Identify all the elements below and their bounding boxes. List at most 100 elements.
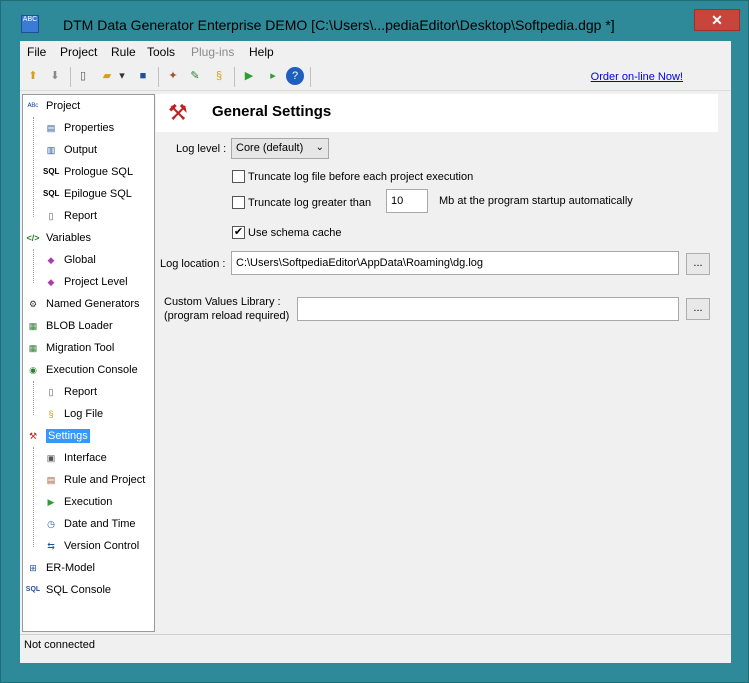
truncate-size-input[interactable]: 10 [386, 189, 428, 213]
tree-item-label: Variables [46, 232, 92, 244]
global-icon: ◆ [47, 255, 55, 265]
tree-item-epilogue-sql[interactable]: SQL Epilogue SQL [43, 184, 132, 204]
tree-item-label: SQL Console [46, 584, 112, 596]
tree-item-variables[interactable]: </> Variables [25, 228, 91, 248]
tree-item-label: Version Control [64, 540, 140, 552]
tree-item-label: Log File [64, 408, 104, 420]
open-dropdown-icon[interactable]: ▾ [117, 67, 127, 85]
toolbar-separator [70, 67, 71, 87]
tree-item-migration-tool[interactable]: ▦ Migration Tool [25, 338, 115, 358]
tree-item-rule-and-project[interactable]: ▤ Rule and Project [43, 470, 146, 490]
run-icon[interactable]: ▶ [240, 67, 258, 85]
execution-icon: ▶ [47, 497, 55, 507]
app-icon[interactable]: ABC [21, 15, 39, 33]
tree-item-execution[interactable]: ▶ Execution [43, 492, 113, 512]
chevron-down-icon: ⌄ [315, 142, 324, 153]
log-icon[interactable]: § [210, 67, 228, 85]
tree-item-label: Execution [64, 496, 113, 508]
menu-bar: File Project Rule Tools Plug-ins Help [20, 41, 731, 63]
tree-item-label: Report [64, 386, 98, 398]
menu-project[interactable]: Project [60, 45, 97, 59]
tree-item-label: ER-Model [46, 562, 95, 574]
log-level-value: Core (default) [236, 142, 304, 154]
wizard-icon[interactable]: ✦ [164, 67, 182, 85]
page-title: General Settings [212, 103, 332, 120]
tree-item-named-generators[interactable]: ⚙ Named Generators [25, 294, 140, 314]
run-step-icon[interactable]: ▸ [264, 67, 282, 85]
log-level-select[interactable]: Core (default) ⌄ [231, 138, 329, 159]
truncate-each-checkbox[interactable] [232, 170, 245, 183]
execution-console-icon: ◉ [29, 365, 37, 375]
tree-item-interface[interactable]: ▣ Interface [43, 448, 107, 468]
settings-panel: ⚒ General Settings Log level : Core (def… [156, 94, 718, 632]
custom-values-input[interactable] [297, 297, 679, 321]
tree-item-global[interactable]: ◆ Global [43, 250, 96, 270]
variables-icon: </> [26, 233, 40, 243]
sql-icon: SQL [43, 189, 60, 198]
connection-status: Not connected [24, 639, 95, 651]
tree-item-report[interactable]: ▯ Report [43, 206, 98, 226]
save-icon[interactable]: ■ [134, 67, 152, 85]
blob-loader-icon: ▦ [28, 321, 38, 331]
client-area: File Project Rule Tools Plug-ins Help ⬆ … [20, 41, 731, 663]
menu-file[interactable]: File [27, 45, 46, 59]
menu-rule[interactable]: Rule [111, 45, 136, 59]
sql-icon: SQL [43, 167, 60, 176]
tree-item-blob-loader[interactable]: ▦ BLOB Loader [25, 316, 113, 336]
truncate-greater-checkbox[interactable] [232, 196, 245, 209]
tree-item-sql-console[interactable]: SQL SQL Console [25, 580, 111, 600]
order-online-link[interactable]: Order on-line Now! [591, 71, 683, 83]
version-control-icon: ⇆ [47, 541, 55, 551]
tree-item-output[interactable]: ▥ Output [43, 140, 97, 160]
rule-project-icon: ▤ [46, 475, 56, 485]
tree-item-label: Named Generators [46, 298, 140, 310]
tree-item-label: Date and Time [64, 518, 136, 530]
tree-item-label: Settings [46, 429, 90, 443]
toolbar-separator [310, 67, 311, 87]
close-button[interactable]: ✕ [694, 9, 740, 31]
add-rule-icon[interactable]: ⬆ [24, 67, 42, 85]
tree-item-execution-console[interactable]: ◉ Execution Console [25, 360, 138, 380]
tree-item-label: Project Level [64, 276, 128, 288]
custom-values-label: Custom Values Library : [164, 296, 281, 308]
custom-values-note: (program reload required) [164, 310, 290, 322]
tree-item-date-and-time[interactable]: ◷ Date and Time [43, 514, 136, 534]
tree-connector [33, 381, 34, 415]
tree-item-label: Execution Console [46, 364, 138, 376]
log-location-label: Log location : [160, 258, 226, 270]
schema-cache-checkbox[interactable]: ✔ [232, 226, 245, 239]
tree-item-er-model[interactable]: ⊞ ER-Model [25, 558, 95, 578]
navigation-tree: ᴬᴮᶜ Project ▤ Properties ▥ Output SQL Prolog… [22, 94, 155, 632]
tree-connector [33, 447, 34, 547]
help-icon[interactable]: ? [286, 67, 304, 85]
tools-icon: ⚒ [168, 100, 188, 125]
tree-item-project-level[interactable]: ◆ Project Level [43, 272, 128, 292]
custom-values-browse-button[interactable]: ... [686, 298, 710, 320]
log-location-browse-button[interactable]: ... [686, 253, 710, 275]
title-bar[interactable]: ABC DTM Data Generator Enterprise DEMO [… [1, 1, 748, 41]
tree-item-label: Prologue SQL [64, 166, 134, 178]
tree-item-label: Migration Tool [46, 342, 115, 354]
new-file-icon[interactable]: ▯ [74, 67, 92, 85]
tree-item-settings[interactable]: ⚒ Settings [25, 426, 90, 446]
tree-item-label: Rule and Project [64, 474, 146, 486]
menu-tools[interactable]: Tools [147, 45, 175, 59]
tree-item-console-report[interactable]: ▯ Report [43, 382, 98, 402]
tree-item-properties[interactable]: ▤ Properties [43, 118, 114, 138]
properties-icon: ▤ [46, 123, 56, 133]
edit-notes-icon[interactable]: ✎ [186, 67, 204, 85]
sql-console-icon: SQL [25, 586, 41, 593]
tree-item-log-file[interactable]: § Log File [43, 404, 103, 424]
tree-item-prologue-sql[interactable]: SQL Prologue SQL [43, 162, 133, 182]
menu-help[interactable]: Help [249, 45, 274, 59]
toolbar-separator [234, 67, 235, 87]
log-location-input[interactable]: C:\Users\SoftpediaEditor\AppData\Roaming… [231, 251, 679, 275]
tree-item-project[interactable]: ᴬᴮᶜ Project [25, 96, 81, 116]
delete-rule-icon[interactable]: ⬇ [46, 67, 64, 85]
tree-item-version-control[interactable]: ⇆ Version Control [43, 536, 139, 556]
menu-plugins[interactable]: Plug-ins [191, 45, 234, 59]
settings-header: ⚒ General Settings [156, 94, 718, 132]
truncate-each-label: Truncate log file before each project ex… [248, 171, 474, 183]
open-folder-icon[interactable]: ▰ [98, 67, 116, 85]
toolbar-separator [158, 67, 159, 87]
